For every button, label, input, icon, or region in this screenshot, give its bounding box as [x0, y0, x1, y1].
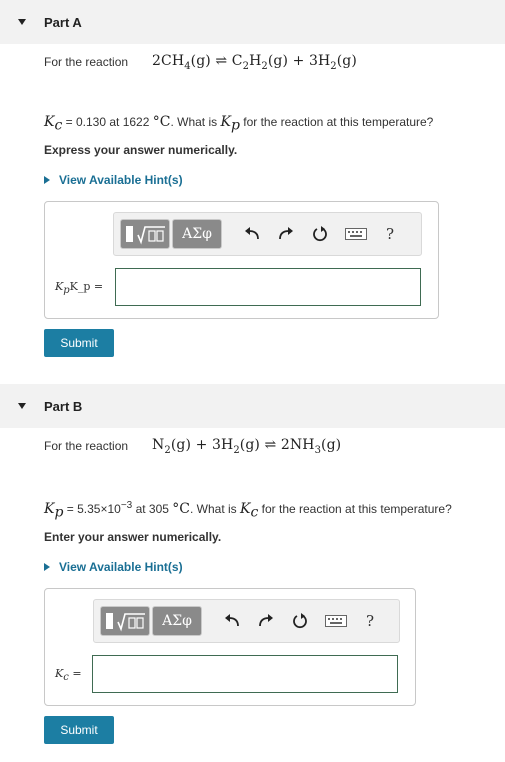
template-button[interactable] — [120, 219, 170, 249]
keyboard-icon[interactable] — [344, 222, 368, 246]
greek-symbols-button[interactable]: ΑΣφ — [172, 219, 222, 249]
part-a-instruction: Express your answer numerically. — [44, 143, 238, 157]
part-a-hint-link[interactable]: View Available Hint(s) — [44, 173, 183, 187]
expand-triangle-icon — [44, 176, 50, 184]
part-b-hint-link[interactable]: View Available Hint(s) — [44, 560, 183, 574]
collapse-caret-icon — [18, 19, 26, 25]
redo-icon[interactable] — [274, 222, 298, 246]
help-icon[interactable]: ? — [378, 222, 402, 246]
part-b-answer-input[interactable] — [92, 655, 398, 693]
template-icon — [126, 226, 165, 245]
reaction-equation: 2CH4(g) ⇌ C2H2(g) + 3H2(g) — [152, 53, 357, 72]
template-button[interactable] — [100, 606, 150, 636]
reaction-label: For the reaction — [44, 439, 129, 454]
redo-icon[interactable] — [254, 609, 278, 633]
part-a-reaction: For the reaction 2CH4(g) ⇌ C2H2(g) + 3H2… — [44, 53, 357, 72]
collapse-caret-icon — [18, 403, 26, 409]
help-icon[interactable]: ? — [358, 609, 382, 633]
expand-triangle-icon — [44, 563, 50, 571]
part-b-question: Kp = 5.35×10−3 at 305 °C. What is Kc for… — [44, 500, 452, 521]
part-a-question: Kc = 0.130 at 1622 °C. What is Kp for th… — [44, 114, 434, 134]
part-a-answer-box: ΑΣφ ? KpK_p = — [44, 201, 439, 319]
reset-icon[interactable] — [288, 609, 312, 633]
part-b-reaction: For the reaction N2(g) + 3H2(g) ⇌ 2NH3(g… — [44, 437, 341, 456]
answer-label: KpK_p = — [55, 280, 104, 297]
reaction-equation: N2(g) + 3H2(g) ⇌ 2NH3(g) — [152, 437, 342, 456]
part-b-title: Part B — [44, 398, 83, 414]
part-b-instruction: Enter your answer numerically. — [44, 530, 222, 544]
reaction-label: For the reaction — [44, 55, 129, 70]
part-a-header[interactable]: Part A — [0, 0, 505, 44]
reset-icon[interactable] — [308, 222, 332, 246]
undo-icon[interactable] — [240, 222, 264, 246]
template-icon — [106, 613, 145, 632]
greek-symbols-button[interactable]: ΑΣφ — [152, 606, 202, 636]
part-b-submit-button[interactable]: Submit — [44, 716, 114, 744]
answer-label: Kc = — [55, 667, 82, 684]
part-b-answer-box: ΑΣφ ? Kc = — [44, 588, 416, 706]
part-a-answer-input[interactable] — [115, 268, 421, 306]
part-a-title: Part A — [44, 14, 82, 30]
math-toolbar: ΑΣφ ? — [113, 212, 422, 256]
math-toolbar: ΑΣφ ? — [93, 599, 400, 643]
part-b-header[interactable]: Part B — [0, 384, 505, 428]
undo-icon[interactable] — [220, 609, 244, 633]
part-a-submit-button[interactable]: Submit — [44, 329, 114, 357]
keyboard-icon[interactable] — [324, 609, 348, 633]
